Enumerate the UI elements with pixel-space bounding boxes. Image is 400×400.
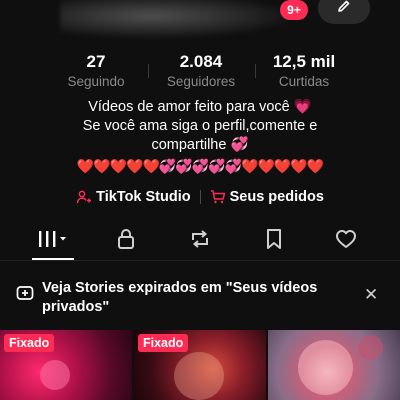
profile-banner-art — [60, 0, 290, 38]
pinned-badge: Fixado — [4, 334, 55, 352]
bio-line-2: Se você ama siga o perfil,comente e — [82, 118, 318, 134]
notification-badge[interactable]: 9+ — [280, 0, 308, 20]
bookmark-icon — [265, 228, 283, 255]
profile-actions: TikTok Studio Seus pedidos — [0, 186, 400, 208]
tab-videos[interactable] — [32, 226, 74, 256]
bio-hearts: ❤️❤️❤️❤️❤️💞💞💞💞💞❤️❤️❤️❤️❤️ — [76, 158, 324, 174]
bio-line-1: Vídeos de amor feito para você 💗 — [88, 99, 312, 115]
thumbnail-heart-deco — [358, 335, 383, 360]
orders-label: Seus pedidos — [229, 189, 324, 205]
orders-link[interactable]: Seus pedidos — [210, 189, 324, 205]
tab-reposts[interactable] — [182, 226, 218, 256]
thumbnail-face-deco — [174, 352, 224, 400]
tab-private[interactable] — [108, 226, 144, 256]
stat-following[interactable]: 27 Seguindo — [56, 52, 136, 89]
profile-stats: 27 Seguindo 2.084 Seguidores 12,5 mil Cu… — [0, 52, 400, 92]
add-story-icon — [16, 284, 34, 307]
pinned-badge: Fixado — [138, 334, 189, 352]
video-thumbnail[interactable] — [268, 330, 400, 400]
action-separator — [199, 190, 201, 204]
tiktok-studio-label: TikTok Studio — [96, 189, 191, 205]
person-plus-icon — [76, 189, 92, 205]
stat-likes-label: Curtidas — [278, 74, 330, 89]
stat-following-value: 27 — [86, 52, 106, 71]
lock-icon — [116, 228, 136, 255]
expired-stories-banner[interactable]: Veja Stories expirados em "Seus vídeos p… — [0, 262, 400, 328]
profile-header: 9+ — [0, 0, 400, 44]
close-icon[interactable]: ✕ — [364, 285, 378, 305]
stat-likes[interactable]: 12,5 mil Curtidas — [264, 52, 344, 89]
tiktok-studio-link[interactable]: TikTok Studio — [76, 189, 191, 205]
profile-tabs — [0, 226, 400, 260]
stat-likes-value: 12,5 mil — [272, 52, 336, 71]
video-grid: Fixado Fixado — [0, 330, 400, 400]
video-thumbnail[interactable]: Fixado — [0, 330, 132, 400]
tab-liked[interactable] — [328, 226, 364, 256]
tab-favorites[interactable] — [256, 226, 292, 256]
stat-divider — [148, 64, 149, 78]
cart-icon — [210, 189, 226, 205]
stat-following-label: Seguindo — [67, 74, 125, 89]
grid-icon — [36, 229, 70, 254]
repost-icon — [189, 229, 211, 254]
expired-stories-text: Veja Stories expirados em "Seus vídeos p… — [42, 280, 318, 315]
stat-followers-label: Seguidores — [166, 74, 236, 89]
thumbnail-couple-deco — [298, 340, 353, 395]
stat-divider — [255, 64, 256, 78]
thumbnail-flower-deco — [40, 360, 70, 390]
video-thumbnail[interactable]: Fixado — [134, 330, 266, 400]
profile-bio: Vídeos de amor feito para você 💗 Se você… — [0, 98, 400, 176]
stat-followers[interactable]: 2.084 Seguidores — [156, 52, 246, 89]
edit-profile-button[interactable] — [318, 0, 370, 24]
tabs-divider — [0, 260, 400, 261]
stat-followers-value: 2.084 — [179, 52, 223, 71]
pencil-icon — [336, 0, 352, 19]
bio-line-3: compartilhe 💞 — [151, 137, 249, 153]
heart-icon — [335, 229, 357, 254]
